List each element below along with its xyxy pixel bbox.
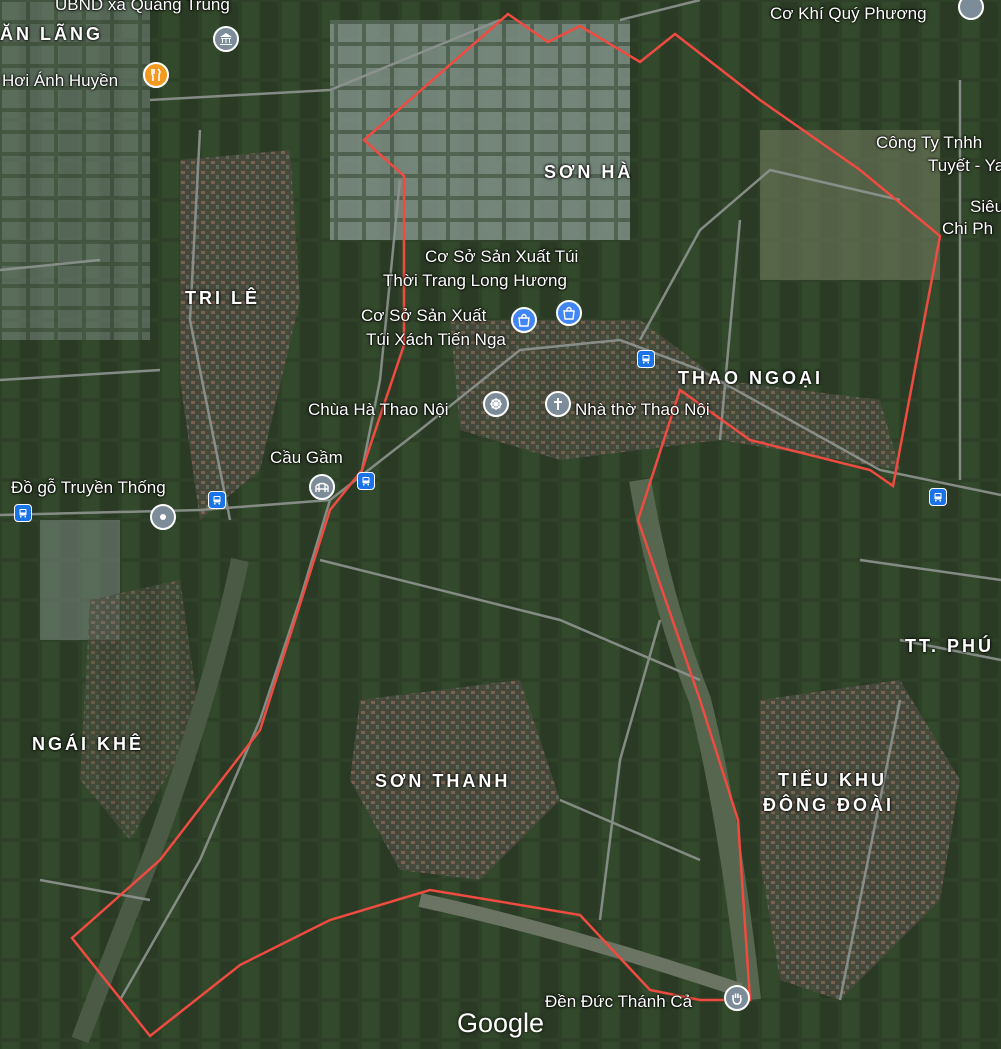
poi-label-co-khi[interactable]: Cơ Khí Quý Phương [770, 3, 927, 25]
poi-label-tien-nga-2[interactable]: Túi Xách Tiến Nga [366, 329, 506, 351]
shopping-bag-icon[interactable] [511, 307, 537, 333]
satellite-map[interactable]: ĂN LÃNG SƠN HÀ TRI LÊ THAO NGOẠI TT. PHÚ… [0, 0, 1001, 1049]
poi-label-tien-nga-1[interactable]: Cơ Sở Sản Xuất [361, 305, 486, 327]
poi-label-sieu-2[interactable]: Chi Ph [942, 218, 993, 240]
area-label-son-thanh: SƠN THANH [375, 771, 511, 791]
poi-label-do-go[interactable]: Đồ gỗ Truyền Thống [11, 477, 166, 499]
poi-label-nha-tho[interactable]: Nhà thờ Thao Nội [575, 399, 710, 421]
poi-label-cong-ty-2[interactable]: Tuyết - Yam [928, 155, 1001, 177]
poi-label-chua[interactable]: Chùa Hà Thao Nội [308, 399, 449, 421]
poi-label-sieu-1[interactable]: Siêu [970, 196, 1001, 218]
bus-stop-icon[interactable] [929, 488, 947, 506]
google-attribution: Google [457, 1008, 545, 1038]
area-label-tieu-khu: TIỂU KHU [778, 770, 887, 790]
area-label-dong-doai: ĐÔNG ĐOÀI [763, 795, 895, 815]
bus-stop-icon[interactable] [208, 491, 226, 509]
area-label-thao-ngoai: THAO NGOẠI [678, 368, 823, 388]
poi-label-long-huong-2[interactable]: Thời Trang Long Hương [383, 270, 567, 292]
area-label-tri-le: TRI LÊ [185, 288, 260, 308]
church-cross-icon[interactable] [545, 391, 571, 417]
bridge-icon[interactable] [309, 474, 335, 500]
poi-label-cong-ty-1[interactable]: Công Ty Tnhh [876, 132, 982, 154]
shopping-bag-icon[interactable] [556, 300, 582, 326]
shrine-hand-icon[interactable] [724, 985, 750, 1011]
bus-stop-icon[interactable] [357, 472, 375, 490]
bus-stop-icon[interactable] [14, 504, 32, 522]
bus-stop-icon[interactable] [637, 350, 655, 368]
poi-label-cau-gam[interactable]: Cầu Gầm [270, 447, 343, 469]
area-label-an-lang: ĂN LÃNG [0, 24, 103, 44]
restaurant-icon[interactable] [143, 62, 169, 88]
poi-label-den[interactable]: Đền Đức Thánh Cả [545, 991, 692, 1013]
place-pin-icon[interactable] [150, 504, 176, 530]
dharma-wheel-icon[interactable] [483, 391, 509, 417]
area-label-tt-phu: TT. PHÚ [905, 636, 995, 656]
poi-label-hoi-anh-huyen[interactable]: Hơi Ánh Huyền [2, 70, 118, 92]
government-building-icon[interactable] [213, 26, 239, 52]
poi-label-long-huong-1[interactable]: Cơ Sở Sản Xuất Túi [425, 246, 578, 268]
area-label-ngai-khe: NGÁI KHÊ [32, 734, 145, 754]
satellite-imagery [0, 0, 1001, 1049]
area-label-son-ha: SƠN HÀ [544, 162, 634, 182]
poi-label-ubnd[interactable]: UBND xã Quảng Trung [55, 0, 230, 16]
